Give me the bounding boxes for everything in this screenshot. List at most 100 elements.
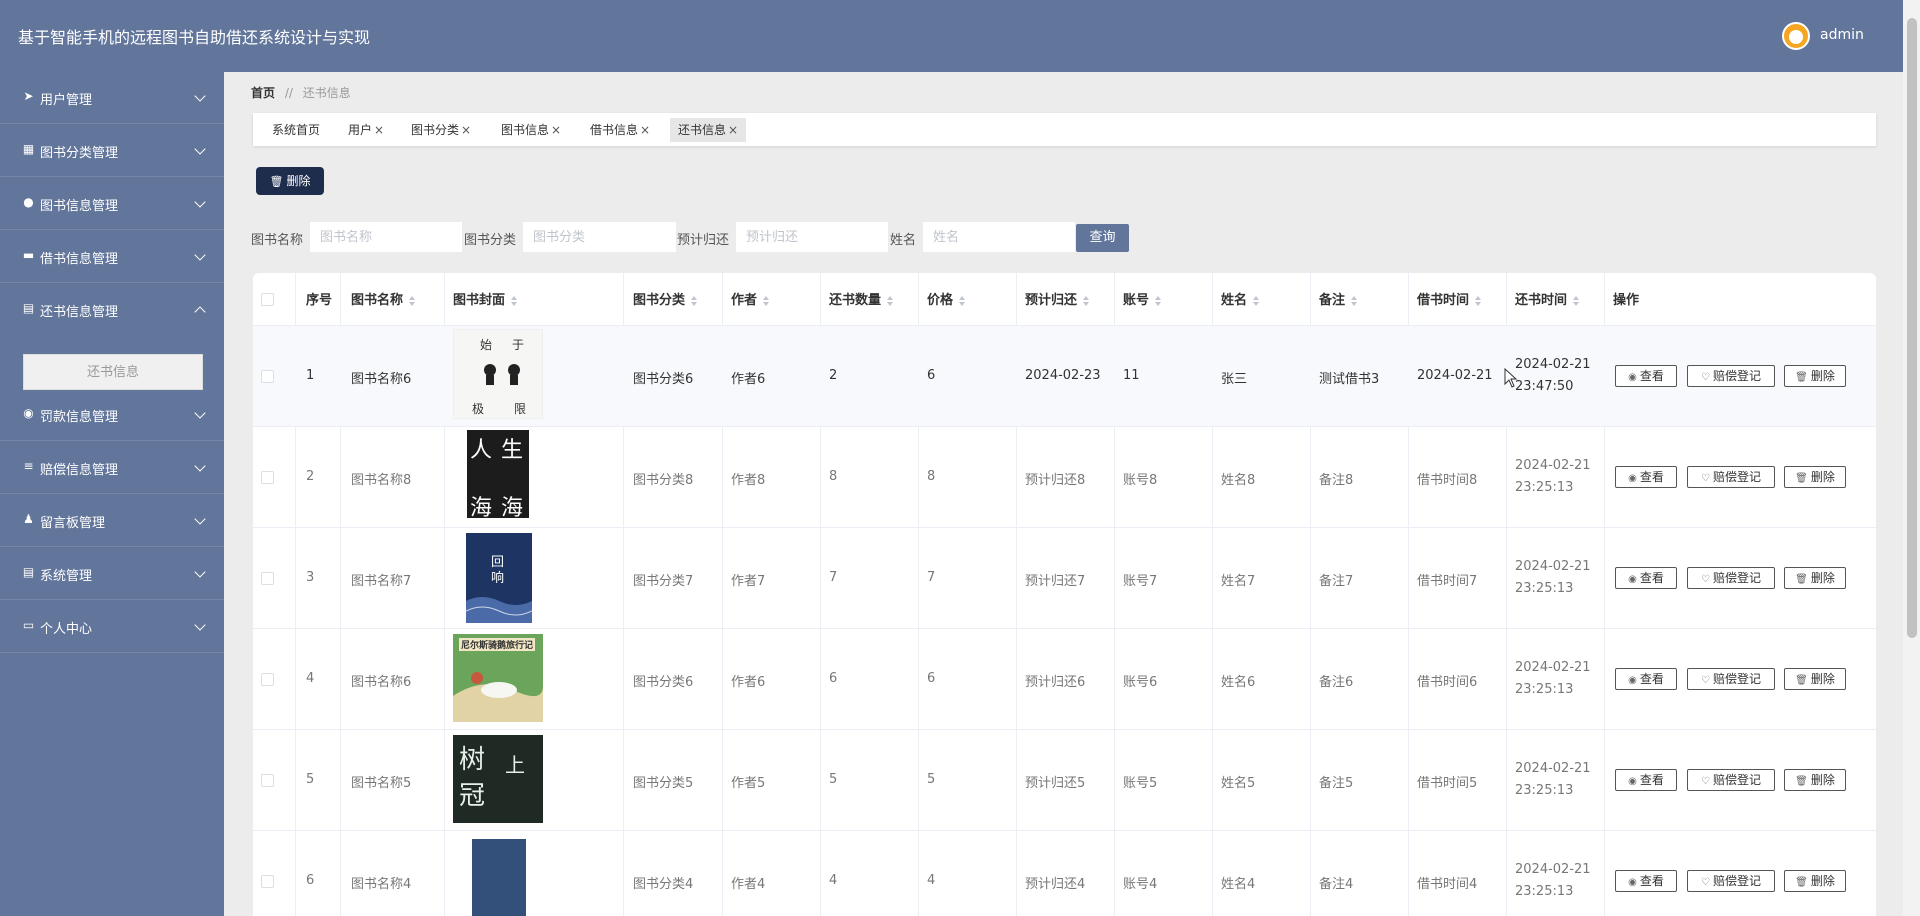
- view-button[interactable]: ◉ 查看: [1615, 365, 1677, 387]
- category-label: 图书分类: [464, 233, 517, 248]
- sidebar-item-compensation-management[interactable]: ≡ 赔偿信息管理: [0, 442, 224, 494]
- header-price[interactable]: 价格: [927, 289, 966, 308]
- header-return-time[interactable]: 还书时间: [1515, 289, 1580, 308]
- sidebar-item-personal-center[interactable]: ▭ 个人中心: [0, 601, 224, 653]
- close-icon[interactable]: ×: [728, 123, 738, 137]
- sort-icon[interactable]: [1083, 295, 1090, 306]
- cell-note: 备注6: [1319, 675, 1354, 690]
- sidebar-item-system-management[interactable]: ▤ 系统管理: [0, 548, 224, 600]
- row-delete-button[interactable]: 🗑 删除: [1784, 567, 1846, 589]
- submenu-item-return-info[interactable]: 还书信息: [23, 354, 203, 390]
- sidebar-item-category-management[interactable]: ▦ 图书分类管理: [0, 125, 224, 177]
- cover-title: 海: [470, 496, 493, 518]
- view-button[interactable]: ◉ 查看: [1615, 567, 1677, 589]
- compensate-button[interactable]: ♡ 赔偿登记: [1687, 668, 1775, 690]
- sidebar-item-return-management[interactable]: ▤ 还书信息管理: [0, 284, 224, 336]
- row-delete-button[interactable]: 🗑 删除: [1784, 769, 1846, 791]
- view-button[interactable]: ◉ 查看: [1615, 668, 1677, 690]
- view-button[interactable]: ◉ 查看: [1615, 769, 1677, 791]
- name-input[interactable]: [923, 222, 1075, 252]
- select-all-checkbox[interactable]: [261, 293, 274, 306]
- map-pin-icon: ●: [23, 195, 34, 209]
- cell-book-name: 图书名称8: [351, 473, 412, 488]
- compensate-button[interactable]: ♡ 赔偿登记: [1687, 567, 1775, 589]
- view-button[interactable]: ◉ 查看: [1615, 466, 1677, 488]
- row-checkbox[interactable]: [261, 370, 274, 383]
- row-checkbox[interactable]: [261, 471, 274, 484]
- avatar[interactable]: [1782, 22, 1810, 50]
- due-input[interactable]: [736, 222, 888, 252]
- sort-icon[interactable]: [1253, 295, 1260, 306]
- row-delete-button[interactable]: 🗑 删除: [1784, 668, 1846, 690]
- sidebar-item-borrow-management[interactable]: ▬ 借书信息管理: [0, 231, 224, 283]
- compensate-button[interactable]: ♡ 赔偿登记: [1687, 769, 1775, 791]
- row-checkbox[interactable]: [261, 774, 274, 787]
- close-icon[interactable]: ×: [640, 123, 650, 137]
- close-icon[interactable]: ×: [461, 123, 471, 137]
- delete-button[interactable]: 🗑 删除: [256, 167, 324, 195]
- cell-due: 预计归还5: [1025, 776, 1086, 791]
- tab-category[interactable]: 图书分类 ×: [403, 118, 479, 142]
- query-button[interactable]: 查询: [1076, 224, 1129, 252]
- sidebar-item-message-board[interactable]: ♟ 留言板管理: [0, 495, 224, 547]
- header-account[interactable]: 账号: [1123, 289, 1162, 308]
- book-cover-image: 尼尔斯骑鹅旅行记: [453, 634, 543, 722]
- header-name[interactable]: 姓名: [1221, 289, 1260, 308]
- header-borrow-time[interactable]: 借书时间: [1417, 289, 1482, 308]
- username[interactable]: admin: [1820, 27, 1864, 43]
- sort-icon[interactable]: [1155, 295, 1162, 306]
- row-checkbox[interactable]: [261, 673, 274, 686]
- tab-book-info[interactable]: 图书信息 ×: [493, 118, 569, 142]
- sort-icon[interactable]: [511, 295, 518, 306]
- header-book-name[interactable]: 图书名称: [351, 289, 416, 308]
- sort-icon[interactable]: [1573, 295, 1580, 306]
- breadcrumb-home[interactable]: 首页: [251, 86, 275, 100]
- row-checkbox[interactable]: [261, 875, 274, 888]
- view-button[interactable]: ◉ 查看: [1615, 870, 1677, 892]
- close-icon[interactable]: ×: [551, 123, 561, 137]
- cell-note: 测试借书3: [1319, 372, 1380, 387]
- page-scrollbar[interactable]: [1903, 0, 1920, 916]
- compensate-button[interactable]: ♡ 赔偿登记: [1687, 870, 1775, 892]
- sort-icon[interactable]: [1351, 295, 1358, 306]
- compensate-button[interactable]: ♡ 赔偿登记: [1687, 466, 1775, 488]
- header-label: 图书名称: [351, 293, 404, 308]
- category-input[interactable]: [523, 222, 676, 252]
- sidebar-item-user-management[interactable]: ➤ 用户管理: [0, 72, 224, 124]
- sort-icon[interactable]: [763, 295, 770, 306]
- cell-price: 7: [927, 570, 936, 585]
- compensate-button[interactable]: ♡ 赔偿登记: [1687, 365, 1775, 387]
- cell-author: 作者8: [731, 473, 766, 488]
- row-delete-button[interactable]: 🗑 删除: [1784, 870, 1846, 892]
- paper-plane-icon: ➤: [23, 89, 34, 103]
- header-return-qty[interactable]: 还书数量: [829, 289, 894, 308]
- close-icon[interactable]: ×: [374, 123, 384, 137]
- tab-return-info[interactable]: 还书信息 ×: [670, 118, 747, 142]
- header-cover[interactable]: 图书封面: [453, 289, 518, 308]
- row-delete-button[interactable]: 🗑 删除: [1784, 365, 1846, 387]
- tab-home[interactable]: 系统首页: [264, 118, 328, 142]
- sidebar-item-label: 用户管理: [40, 93, 93, 108]
- row-delete-button[interactable]: 🗑 删除: [1784, 466, 1846, 488]
- cell-account: 账号6: [1123, 675, 1158, 690]
- sort-icon[interactable]: [959, 295, 966, 306]
- header-note[interactable]: 备注: [1319, 289, 1358, 308]
- cell-note: 备注5: [1319, 776, 1354, 791]
- sort-icon[interactable]: [409, 295, 416, 306]
- cell-return-time: 2024-02-21 23:25:13: [1515, 761, 1591, 798]
- header-label: 姓名: [1221, 293, 1248, 308]
- row-checkbox[interactable]: [261, 572, 274, 585]
- sort-icon[interactable]: [1475, 295, 1482, 306]
- table-row: 6 图书名称4 图书分类4 作者4 4 4 预计归还4 账号4 姓名4 备注4 …: [253, 831, 1876, 916]
- header-category[interactable]: 图书分类: [633, 289, 698, 308]
- sort-icon[interactable]: [887, 295, 894, 306]
- book-name-input[interactable]: [310, 222, 462, 252]
- sidebar-item-fine-management[interactable]: ◉ 罚款信息管理: [0, 389, 224, 441]
- sort-icon[interactable]: [691, 295, 698, 306]
- header-author[interactable]: 作者: [731, 289, 770, 308]
- header-due[interactable]: 预计归还: [1025, 289, 1090, 308]
- sidebar-item-book-info-management[interactable]: ● 图书信息管理: [0, 178, 224, 230]
- scrollbar-thumb[interactable]: [1907, 18, 1917, 638]
- tab-borrow-info[interactable]: 借书信息 ×: [582, 118, 658, 142]
- tab-user[interactable]: 用户 ×: [340, 118, 392, 142]
